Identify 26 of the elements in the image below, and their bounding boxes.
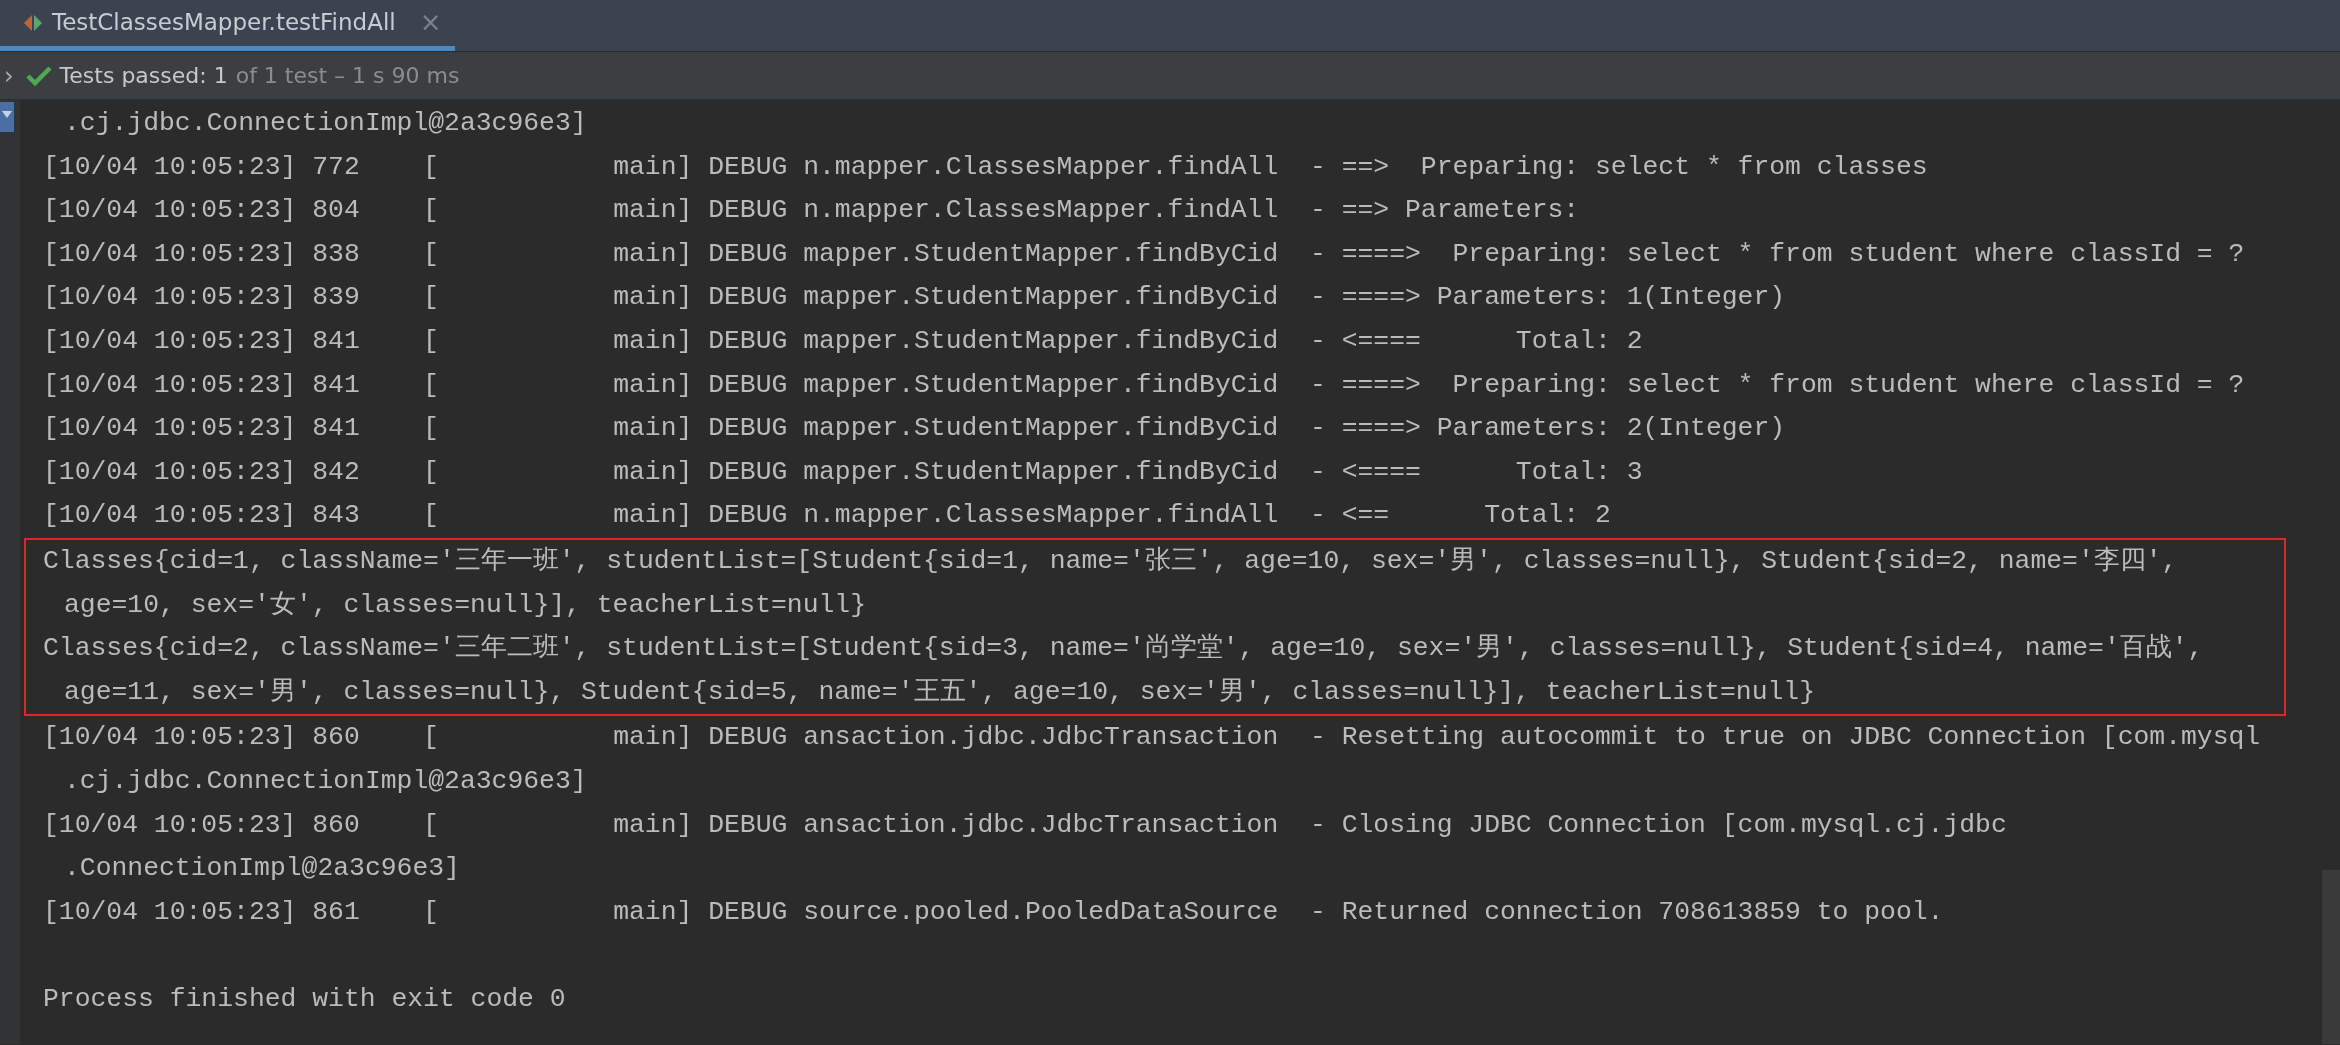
console-line: .ConnectionImpl@2a3c96e3] [63,852,460,886]
console-line: age=10, sex='女', classes=null}], teacherList=null} [63,588,866,622]
check-icon [25,64,52,87]
console-line: .cj.jdbc.ConnectionImpl@2a3c96e3] [63,764,587,798]
close-icon[interactable]: × [419,3,442,42]
console-line: Process finished with exit code 0 [43,982,566,1016]
console-line: [10/04 10:05:23] 772 [ main] DEBUG n.mapper.ClassesMapper.findAll - ==> Preparing: select * from classes [43,150,1928,184]
console-line: [10/04 10:05:23] 804 [ main] DEBUG n.mapper.ClassesMapper.findAll - ==> Parameters: [43,194,1581,228]
console-line: [10/04 10:05:23] 841 [ main] DEBUG mapper.StudentMapper.findByCid - ====> Preparing: select * from student where classId = ? [43,368,2245,402]
console-line: [10/04 10:05:23] 841 [ main] DEBUG mapper.StudentMapper.findByCid - ====> Parameters: 2(Integer) [43,412,1786,446]
expand-button[interactable]: › [0,57,18,94]
console-line: [10/04 10:05:23] 861 [ main] DEBUG source.pooled.PooledDataSource - Returned connection 708613859 to pool. [43,895,1944,929]
console-line: [10/04 10:05:23] 841 [ main] DEBUG mapper.StudentMapper.findByCid - <==== Total: 2 [43,324,1643,358]
console-line: [10/04 10:05:23] 860 [ main] DEBUG ansaction.jdbc.JdbcTransaction - Closing JDBC Connection [com.mysql.cj.jdbc [43,808,2007,842]
tests-passed-label: Tests passed: 1 [59,62,228,90]
console-line: [10/04 10:05:23] 839 [ main] DEBUG mapper.StudentMapper.findByCid - ====> Parameters: 1(Integer) [43,281,1786,315]
console-line: [10/04 10:05:23] 860 [ main] DEBUG ansaction.jdbc.JdbcTransaction - Resetting autocommit to true on JDBC Connection [com.mysql [43,721,2261,755]
console-line: [10/04 10:05:23] 842 [ main] DEBUG mapper.StudentMapper.findByCid - <==== Total: 3 [43,455,1643,489]
console-line: age=11, sex='男', classes=null}, Student{sid=5, name='王五', age=10, sex='男', classes=null}], teacherList=null} [63,675,1816,709]
fold-marker-icon[interactable] [0,102,14,132]
console-line: .cj.jdbc.ConnectionImpl@2a3c96e3] [63,107,587,140]
console-line: Classes{cid=2, className='三年二班', studentList=[Student{sid=3, name='尚学堂', age=10, sex='男', classes=null}, Student{sid=4, name='百战', [43,632,2204,666]
console-line: Classes{cid=1, className='三年一班', studentList=[Student{sid=1, name='张三', age=10, sex='男', classes=null}, Student{sid=2, name='李四', [43,544,2178,578]
console-line: [10/04 10:05:23] 838 [ main] DEBUG mapper.StudentMapper.findByCid - ====> Preparing: select * from student where classId = ? [43,237,2245,271]
console-line: [10/04 10:05:23] 843 [ main] DEBUG n.mapper.ClassesMapper.findAll - <== Total: 2 [43,499,1611,533]
test-duration: of 1 test – 1 s 90 ms [235,62,460,90]
